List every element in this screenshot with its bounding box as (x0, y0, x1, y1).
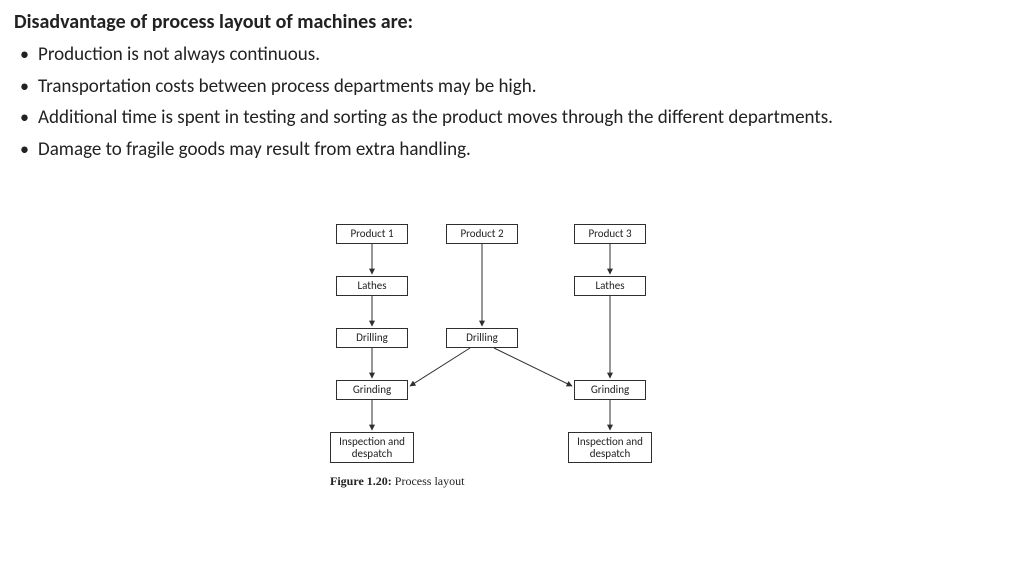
bullet-item: Damage to fragile goods may result from … (20, 137, 1010, 163)
box-lathes-3: Lathes (574, 276, 646, 296)
figure-caption: Figure 1.20: Process layout (330, 474, 464, 489)
bullet-item: Additional time is spent in testing and … (20, 105, 1010, 131)
box-lathes-1: Lathes (336, 276, 408, 296)
page-heading: Disadvantage of process layout of machin… (14, 10, 1010, 34)
process-layout-diagram: Product 1 Product 2 Product 3 Lathes Lat… (330, 222, 700, 562)
box-product-1: Product 1 (336, 224, 408, 244)
figure-caption-text: Process layout (392, 474, 465, 488)
box-product-2: Product 2 (446, 224, 518, 244)
box-grinding-3: Grinding (574, 380, 646, 400)
box-inspection-1: Inspection and despatch (330, 432, 414, 463)
box-drilling-1: Drilling (336, 328, 408, 348)
bullet-item: Production is not always continuous. (20, 42, 1010, 68)
bullet-item: Transportation costs between process dep… (20, 74, 1010, 100)
box-product-3: Product 3 (574, 224, 646, 244)
figure-caption-number: Figure 1.20: (330, 474, 392, 488)
box-inspection-3: Inspection and despatch (568, 432, 652, 463)
box-drilling-2: Drilling (446, 328, 518, 348)
box-grinding-1: Grinding (336, 380, 408, 400)
bullet-list: Production is not always continuous. Tra… (14, 42, 1010, 163)
